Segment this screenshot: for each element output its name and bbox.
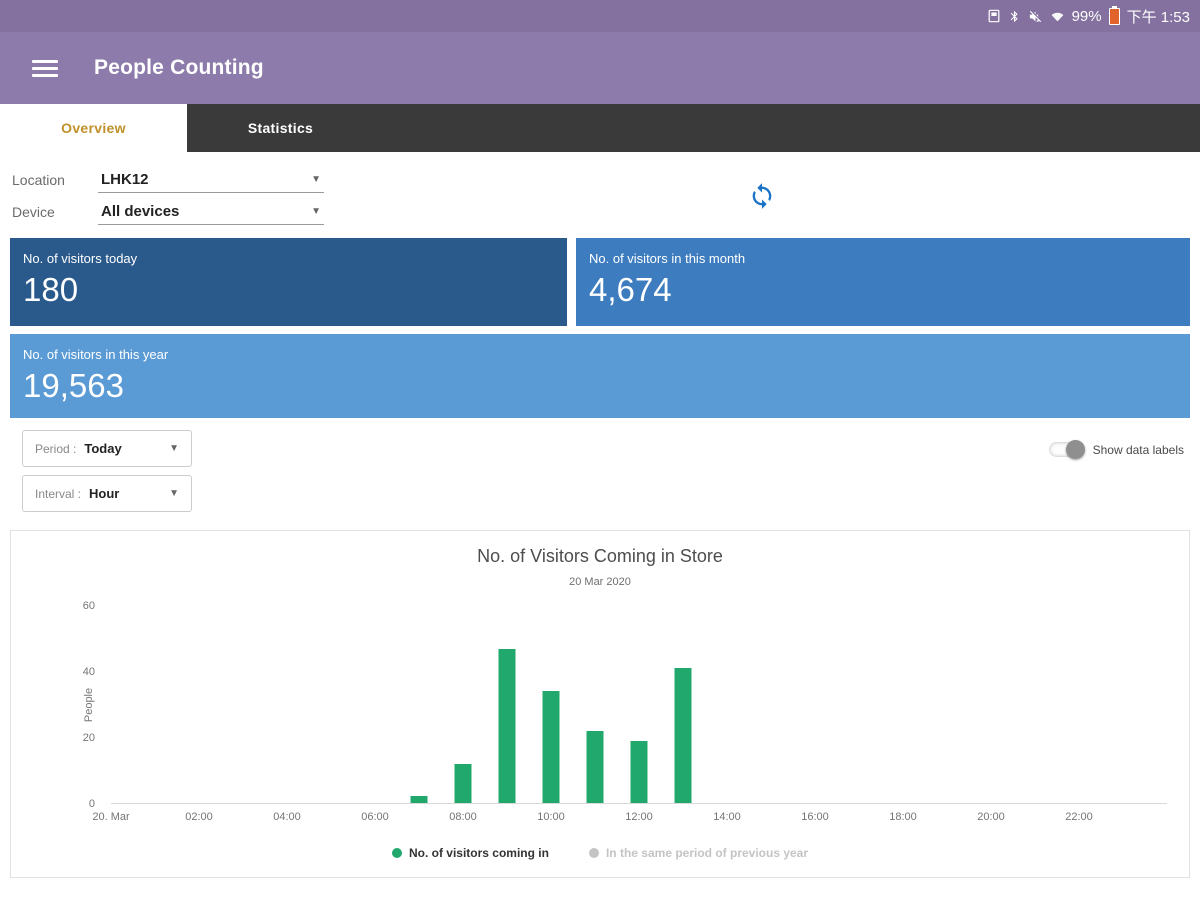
screenshot-icon xyxy=(987,9,1001,23)
card-visitors-year: No. of visitors in this year 19,563 xyxy=(10,334,1190,418)
bar[interactable] xyxy=(587,731,604,803)
wifi-icon xyxy=(1050,10,1065,23)
legend-label: No. of visitors coming in xyxy=(409,846,549,860)
y-axis: People 0204060 xyxy=(65,606,105,804)
chart-title: No. of Visitors Coming in Store xyxy=(11,546,1189,567)
interval-label: Interval : xyxy=(35,487,81,501)
tab-overview[interactable]: Overview xyxy=(0,104,187,152)
location-value: LHK12 xyxy=(101,171,149,188)
location-select[interactable]: LHK12 ▼ xyxy=(98,167,324,193)
chart-legend: No. of visitors coming in In the same per… xyxy=(11,846,1189,860)
show-data-labels-label: Show data labels xyxy=(1093,443,1184,457)
location-label: Location xyxy=(0,172,98,188)
x-tick-label: 06:00 xyxy=(361,811,389,823)
bar[interactable] xyxy=(455,764,472,803)
stat-cards: No. of visitors today 180 No. of visitor… xyxy=(0,238,1200,418)
interval-value: Hour xyxy=(89,486,161,501)
card-label: No. of visitors in this month xyxy=(589,251,1177,266)
x-tick-label: 04:00 xyxy=(273,811,301,823)
bar[interactable] xyxy=(543,691,560,803)
x-tick-label: 08:00 xyxy=(449,811,477,823)
battery-percent: 99% xyxy=(1072,8,1102,25)
chevron-down-icon: ▼ xyxy=(169,443,179,454)
legend-item-0[interactable]: No. of visitors coming in xyxy=(392,846,549,860)
bar[interactable] xyxy=(631,741,648,803)
x-tick-label: 10:00 xyxy=(537,811,565,823)
period-label: Period : xyxy=(35,442,76,456)
bar[interactable] xyxy=(499,649,516,803)
bluetooth-icon xyxy=(1008,9,1021,24)
x-tick-label: 12:00 xyxy=(625,811,653,823)
toggle-knob xyxy=(1066,440,1085,459)
x-tick-label: 18:00 xyxy=(889,811,917,823)
screen: 99% 下午 1:53 People Counting Overview Sta… xyxy=(0,0,1200,900)
chart-panel: No. of Visitors Coming in Store 20 Mar 2… xyxy=(10,530,1190,878)
hamburger-menu-icon[interactable] xyxy=(32,56,58,81)
tab-bar: Overview Statistics xyxy=(0,104,1200,152)
tab-statistics[interactable]: Statistics xyxy=(187,104,374,152)
legend-label: In the same period of previous year xyxy=(606,846,808,860)
page-title: People Counting xyxy=(94,56,264,80)
x-tick-label: 20. Mar xyxy=(92,811,129,823)
device-value: All devices xyxy=(101,203,179,220)
card-value: 4,674 xyxy=(589,271,1177,309)
plot-area xyxy=(111,606,1167,804)
chart-subtitle: 20 Mar 2020 xyxy=(11,576,1189,588)
card-value: 180 xyxy=(23,271,554,309)
x-tick-label: 22:00 xyxy=(1065,811,1093,823)
show-data-labels-toggle[interactable] xyxy=(1049,442,1084,457)
chevron-down-icon: ▼ xyxy=(169,488,179,499)
app-bar: People Counting xyxy=(0,32,1200,104)
legend-dot-icon xyxy=(589,848,599,858)
card-label: No. of visitors in this year xyxy=(23,347,1177,362)
y-axis-title: People xyxy=(83,688,95,722)
period-select[interactable]: Period : Today ▼ xyxy=(22,430,192,467)
bar[interactable] xyxy=(411,796,428,803)
plot-wrap: People 0204060 xyxy=(111,606,1167,804)
refresh-button[interactable] xyxy=(748,182,776,210)
card-label: No. of visitors today xyxy=(23,251,554,266)
status-time: 下午 1:53 xyxy=(1127,6,1190,27)
chart-controls: Period : Today ▼ Interval : Hour ▼ Show … xyxy=(0,418,1200,530)
card-visitors-month: No. of visitors in this month 4,674 xyxy=(576,238,1190,326)
device-label: Device xyxy=(0,204,98,220)
x-tick-label: 20:00 xyxy=(977,811,1005,823)
battery-icon xyxy=(1109,8,1120,25)
y-tick-label: 60 xyxy=(83,600,95,612)
legend-item-1[interactable]: In the same period of previous year xyxy=(589,846,808,860)
chevron-down-icon: ▼ xyxy=(311,174,321,185)
card-value: 19,563 xyxy=(23,367,1177,405)
x-tick-label: 14:00 xyxy=(713,811,741,823)
y-tick-label: 40 xyxy=(83,666,95,678)
filter-section: Location LHK12 ▼ Device All devices ▼ xyxy=(0,152,1200,238)
y-tick-label: 20 xyxy=(83,732,95,744)
interval-select[interactable]: Interval : Hour ▼ xyxy=(22,475,192,512)
status-bar: 99% 下午 1:53 xyxy=(0,0,1200,32)
legend-dot-icon xyxy=(392,848,402,858)
device-select[interactable]: All devices ▼ xyxy=(98,199,324,225)
x-axis: 20. Mar02:0004:0006:0008:0010:0012:0014:… xyxy=(111,811,1167,826)
card-visitors-today: No. of visitors today 180 xyxy=(10,238,567,326)
y-tick-label: 0 xyxy=(89,798,95,810)
bar[interactable] xyxy=(675,668,692,803)
x-tick-label: 02:00 xyxy=(185,811,213,823)
period-value: Today xyxy=(84,441,161,456)
chevron-down-icon: ▼ xyxy=(311,206,321,217)
volume-muted-icon xyxy=(1028,9,1043,24)
x-tick-label: 16:00 xyxy=(801,811,829,823)
